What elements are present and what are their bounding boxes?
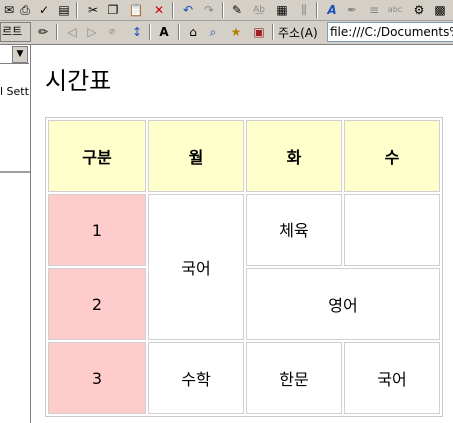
left-pane-divider — [0, 171, 30, 173]
cut-icon[interactable]: ✂ — [85, 2, 101, 18]
highlight-icon[interactable]: ✎ — [229, 2, 245, 18]
chevron-down-icon[interactable]: ▼ — [12, 46, 28, 63]
favorites-icon[interactable]: ★ — [228, 24, 244, 40]
copy-icon[interactable]: ❐ — [105, 2, 121, 18]
document-icon[interactable]: ▦ — [274, 2, 290, 18]
navigation-toolbar: ✏ ◁ ▷ ⊘ ↕ A ⌂ ⌕ ★ ▣ 주소(A) file:///C:/Doc… — [0, 21, 453, 45]
timetable: 구분 월 화 수 1 국어 체육 2 영어 3 수학 한문 국어 — [45, 117, 443, 417]
period-cell: 1 — [48, 194, 146, 266]
header-cell: 구분 — [48, 120, 146, 192]
settings-icon[interactable]: ⚙ — [411, 2, 427, 18]
toolbar-separator — [178, 24, 180, 40]
left-pane-text: l Sett — [0, 85, 29, 98]
back-icon[interactable]: ◁ — [64, 24, 80, 40]
subject-cell: 국어 — [148, 194, 244, 340]
header-cell: 월 — [148, 120, 244, 192]
page-icon[interactable]: ▤ — [56, 2, 72, 18]
paste-icon[interactable]: 📋 — [128, 2, 144, 18]
page-title: 시간표 — [45, 67, 112, 95]
subject-cell — [344, 194, 440, 266]
header-cell: 수 — [344, 120, 440, 192]
tab-button[interactable]: 르트 — [0, 22, 31, 42]
period-cell: 3 — [48, 342, 146, 414]
toolbar-separator — [222, 2, 224, 18]
subject-cell: 한문 — [246, 342, 342, 414]
spellcheck-icon[interactable]: ✓ — [36, 2, 52, 18]
subject-cell: 영어 — [246, 268, 440, 340]
columns-icon[interactable]: ⫼ — [296, 2, 312, 18]
address-input[interactable]: file:///C:/Documents%20and%20Settings — [327, 22, 453, 42]
table-row: 구분 월 화 수 — [48, 120, 440, 192]
list-icon[interactable]: ≡ — [366, 2, 382, 18]
refresh-icon[interactable]: ↕ — [129, 24, 145, 40]
toolbar-separator — [76, 2, 78, 18]
history-icon[interactable]: ▣ — [251, 24, 267, 40]
left-pane-selector[interactable]: ▼ — [0, 45, 29, 64]
home-icon[interactable]: ⌂ — [185, 24, 201, 40]
pencil-icon[interactable]: ✏ — [35, 24, 51, 40]
forward-icon[interactable]: ▷ — [84, 24, 100, 40]
find-icon[interactable]: A͟b — [251, 2, 267, 18]
address-label: 주소(A) — [278, 26, 318, 40]
mail-icon[interactable]: ✉ — [1, 2, 17, 18]
abc-icon[interactable]: abc — [387, 2, 403, 18]
undo-icon[interactable]: ↶ — [180, 2, 196, 18]
font-style-icon[interactable]: A — [324, 2, 340, 18]
table-row: 3 수학 한문 국어 — [48, 342, 440, 414]
subject-cell: 수학 — [148, 342, 244, 414]
redo-icon[interactable]: ↷ — [201, 2, 217, 18]
period-cell: 2 — [48, 268, 146, 340]
toolbar-separator — [172, 2, 174, 18]
main-toolbar: ✉ ⎙ ✓ ▤ ✂ ❐ 📋 ✕ ↶ ↷ ✎ A͟b ▦ ⫼ A ✒ ≡ abc … — [0, 0, 453, 21]
grid-icon[interactable]: ▩ — [432, 2, 448, 18]
document-view: 시간표 구분 월 화 수 1 국어 체육 2 영어 3 수학 한문 국어 — [31, 45, 453, 423]
delete-icon[interactable]: ✕ — [151, 2, 167, 18]
table-row: 2 영어 — [48, 268, 440, 340]
toolbar-separator — [272, 24, 274, 40]
format-icon[interactable]: ✒ — [344, 2, 360, 18]
toolbar-separator — [56, 24, 58, 40]
left-pane: ▼ l Sett — [0, 45, 31, 423]
search-icon[interactable]: ⌕ — [205, 24, 221, 40]
text-size-icon[interactable]: A — [156, 24, 172, 40]
table-row: 1 국어 체육 — [48, 194, 440, 340]
toolbar-separator — [316, 2, 318, 18]
header-cell: 화 — [246, 120, 342, 192]
print-icon[interactable]: ⎙ — [17, 2, 33, 18]
stop-icon[interactable]: ⊘ — [104, 24, 120, 40]
subject-cell: 체육 — [246, 194, 342, 266]
toolbar-separator — [149, 24, 151, 40]
subject-cell: 국어 — [344, 342, 440, 414]
